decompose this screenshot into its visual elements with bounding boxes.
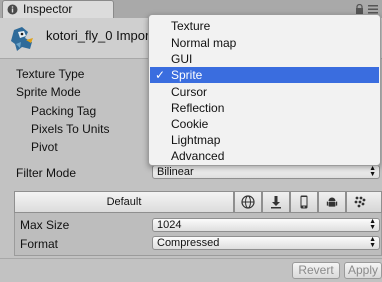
tab-ios-platform[interactable]	[290, 191, 318, 213]
inspector-tab-label: Inspector	[23, 2, 73, 16]
texture-type-label: Texture Type	[16, 67, 85, 81]
menu-item-normal-map[interactable]: Normal map	[150, 35, 379, 51]
sprite-mode-label: Sprite Mode	[16, 85, 81, 99]
sprite-thumbnail	[11, 27, 33, 51]
filter-mode-value: Bilinear	[157, 166, 194, 178]
filter-mode-label: Filter Mode	[16, 166, 77, 180]
asset-title: kotori_fly_0 Impor	[46, 28, 150, 43]
tab-default-platform[interactable]: Default	[14, 191, 234, 213]
divider	[0, 258, 382, 259]
dropdown-arrows-icon: ▲ ▼	[369, 218, 376, 231]
menu-item-reflection[interactable]: Reflection	[150, 100, 379, 116]
menu-item-label: Cursor	[171, 85, 208, 99]
pixels-to-units-label: Pixels To Units	[31, 122, 110, 136]
revert-button[interactable]: Revert	[292, 262, 340, 279]
menu-item-label: Cookie	[171, 117, 209, 131]
menu-item-texture[interactable]: Texture	[150, 18, 379, 34]
tab-android-platform[interactable]	[318, 191, 346, 213]
menu-item-label: Advanced	[171, 149, 225, 163]
tab-blackberry-platform[interactable]	[346, 191, 382, 213]
blackberry-icon	[354, 196, 366, 208]
menu-item-advanced[interactable]: Advanced	[150, 148, 379, 164]
android-icon	[326, 197, 338, 207]
dropdown-arrows-icon: ▲ ▼	[369, 165, 376, 178]
menu-item-cookie[interactable]: Cookie	[150, 116, 379, 132]
menu-item-label: Texture	[171, 19, 211, 33]
max-size-dropdown[interactable]: 1024 ▲ ▼	[152, 218, 380, 232]
pivot-label: Pivot	[31, 140, 58, 154]
iphone-icon	[300, 195, 308, 209]
panel-menu-icon[interactable]	[368, 5, 378, 14]
max-size-label: Max Size	[20, 218, 70, 232]
checkmark-icon: ✓	[155, 68, 166, 82]
tab-standalone-platform[interactable]	[262, 191, 290, 213]
menu-item-cursor[interactable]: Cursor	[150, 84, 379, 100]
standalone-download-icon	[271, 196, 281, 209]
menu-item-label: Lightmap	[171, 133, 221, 147]
format-dropdown[interactable]: Compressed ▲ ▼	[152, 236, 380, 250]
menu-item-gui[interactable]: GUI	[150, 51, 379, 67]
menu-item-label: Sprite	[171, 68, 203, 82]
dropdown-arrows-icon: ▲ ▼	[369, 236, 376, 249]
texture-type-menu: Texture Normal map GUI ✓ Sprite Cursor R…	[148, 14, 381, 166]
filter-mode-dropdown[interactable]: Bilinear ▲ ▼	[152, 165, 380, 179]
max-size-value: 1024	[157, 219, 182, 231]
menu-item-lightmap[interactable]: Lightmap	[150, 132, 379, 148]
apply-button[interactable]: Apply	[344, 262, 382, 279]
format-value: Compressed	[157, 237, 220, 249]
web-globe-icon	[241, 195, 255, 209]
packing-tag-label: Packing Tag	[31, 104, 97, 118]
inspector-tab[interactable]: Inspector	[2, 0, 114, 18]
menu-item-label: Reflection	[171, 101, 225, 115]
info-icon	[7, 4, 18, 15]
tab-web-platform[interactable]	[234, 191, 262, 213]
platform-tabs: Default	[14, 191, 382, 213]
format-label: Format	[20, 237, 59, 251]
menu-item-label: GUI	[171, 52, 193, 66]
menu-item-sprite[interactable]: ✓ Sprite	[150, 67, 379, 83]
menu-item-label: Normal map	[171, 36, 237, 50]
lock-icon[interactable]	[355, 4, 364, 14]
